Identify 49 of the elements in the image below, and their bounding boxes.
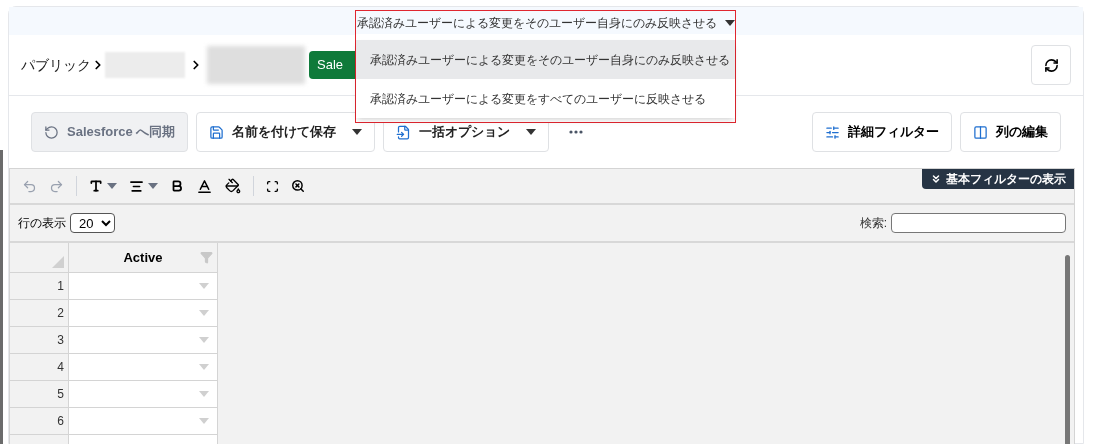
font-size-icon[interactable]	[89, 179, 103, 193]
file-import-icon	[396, 124, 412, 140]
caret-icon	[199, 283, 209, 289]
caret-icon	[724, 19, 735, 26]
sync-mode-select[interactable]: 承認済みユーザーによる変更をそのユーザー自身にのみ反映させる	[356, 11, 735, 34]
search-field[interactable]	[891, 213, 1066, 233]
dropdown-option[interactable]: 承認済みユーザーによる変更をそのユーザー自身にのみ反映させる	[356, 40, 735, 79]
table-cell[interactable]	[69, 354, 218, 381]
breadcrumb-link[interactable]: パブリック	[21, 54, 91, 76]
align-icon[interactable]	[129, 178, 144, 194]
chevrons-down-icon	[930, 173, 942, 185]
filter-icon[interactable]	[200, 251, 213, 264]
text-color-icon[interactable]	[196, 177, 213, 195]
search-label: 検索:	[859, 215, 887, 232]
bold-icon[interactable]	[170, 179, 184, 193]
table-cell[interactable]	[69, 273, 218, 300]
filter-toggle-button[interactable]: 基本フィルターの表示	[922, 169, 1074, 189]
more-icon	[569, 130, 584, 134]
caret-icon	[526, 129, 537, 135]
table-cell[interactable]	[69, 381, 218, 408]
clear-search-icon[interactable]	[291, 179, 305, 193]
filter-button[interactable]: 詳細フィルター	[812, 112, 952, 152]
undo-arrow-icon	[44, 124, 59, 140]
columns-icon	[973, 124, 988, 140]
fill-color-icon[interactable]	[225, 178, 241, 194]
corner-triangle-icon	[52, 256, 64, 268]
caret-icon	[352, 129, 363, 135]
dropdown-option[interactable]: 承認済みユーザーによる変更をすべてのユーザーに反映させる	[356, 79, 735, 118]
rows-label: 行の表示	[18, 215, 66, 232]
redo-icon[interactable]	[49, 178, 64, 194]
columns-button[interactable]: 列の編集	[960, 112, 1061, 152]
caret-icon	[148, 183, 158, 189]
table-cell[interactable]	[69, 300, 218, 327]
caret-icon	[199, 364, 209, 370]
caret-icon	[199, 418, 209, 424]
caret-icon	[107, 183, 117, 189]
corner-cell[interactable]	[10, 243, 69, 273]
refresh-icon	[1043, 57, 1059, 73]
save-button[interactable]: 名前を付けて保存	[196, 112, 376, 152]
caret-icon	[199, 310, 209, 316]
refresh-button[interactable]	[1031, 45, 1071, 85]
sliders-icon	[825, 124, 840, 140]
table-cell[interactable]	[69, 408, 218, 435]
caret-icon	[199, 391, 209, 397]
undo-icon[interactable]	[22, 178, 37, 194]
fullscreen-icon[interactable]	[266, 179, 279, 193]
caret-icon	[199, 337, 209, 343]
table-cell[interactable]	[69, 327, 218, 354]
rows-select[interactable]: 20	[70, 213, 115, 233]
